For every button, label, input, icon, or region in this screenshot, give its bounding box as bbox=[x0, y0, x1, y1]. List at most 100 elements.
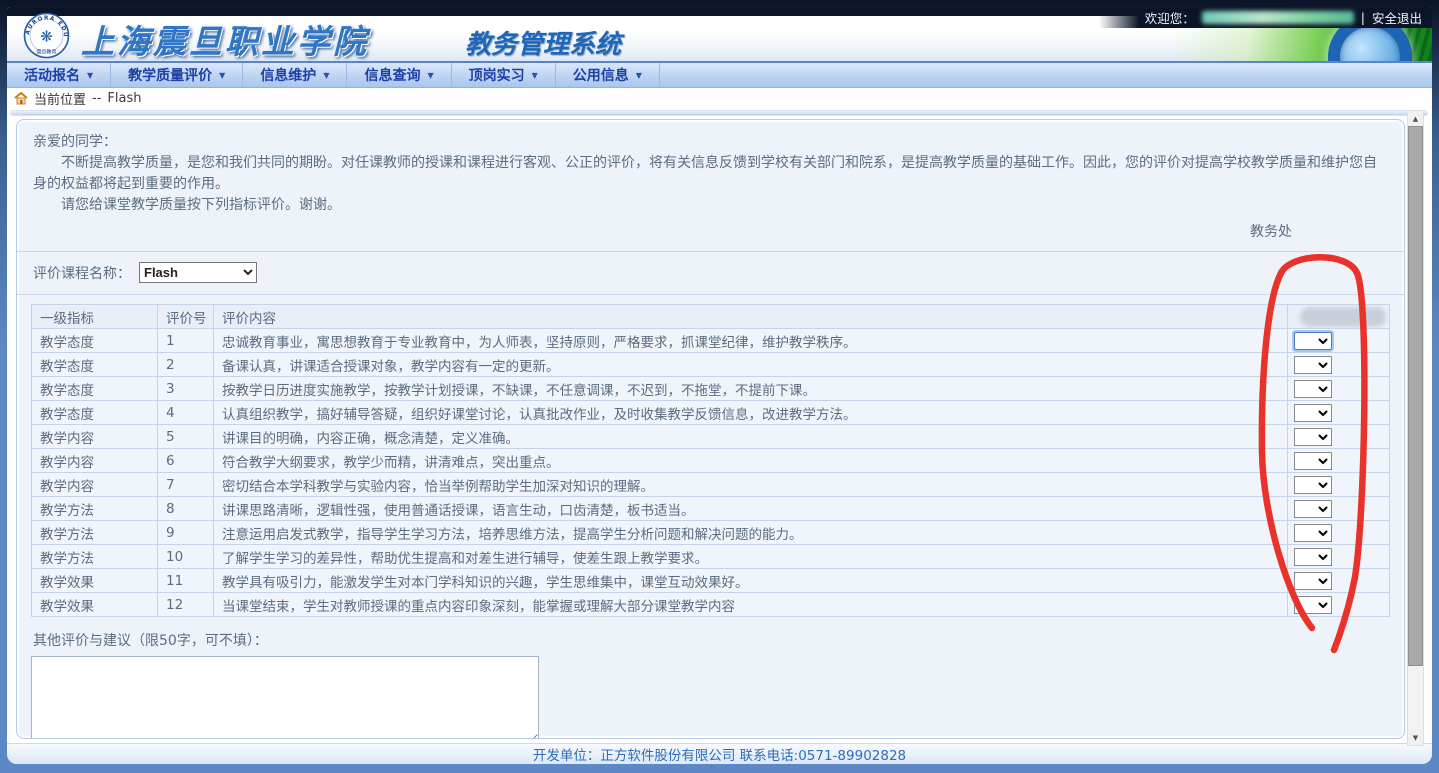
chevron-down-icon: ▼ bbox=[635, 70, 642, 80]
cell-content: 教学具有吸引力，能激发学生对本门学科知识的兴趣，学生思维集中，课堂互动效果好。 bbox=[213, 568, 1288, 593]
cell-category: 教学态度 bbox=[31, 328, 158, 353]
vertical-scrollbar[interactable]: ▲ ▼ bbox=[1407, 110, 1424, 746]
chevron-down-icon: ▼ bbox=[427, 70, 434, 80]
table-row: 教学态度 1 忠诚教育事业，寓思想教育于专业教育中，为人师表，坚持原则，严格要求… bbox=[31, 328, 1390, 353]
cell-content: 了解学生学习的差异性，帮助优生提高和对差生进行辅导，使差生跟上教学要求。 bbox=[213, 544, 1288, 569]
course-select-label: 评价课程名称： bbox=[33, 265, 131, 282]
cell-content: 密切结合本学科教学与实验内容，恰当举例帮助学生加深对知识的理解。 bbox=[213, 472, 1288, 497]
cell-number: 10 bbox=[157, 544, 214, 569]
intro-signature: 教务处 bbox=[1250, 224, 1292, 240]
logout-link[interactable]: 安全退出 bbox=[1372, 8, 1422, 27]
table-row: 教学态度 2 备课认真，讲课适合授课对象，教学内容有一定的更新。 bbox=[31, 352, 1390, 377]
cell-number: 9 bbox=[157, 520, 214, 545]
cell-content: 符合教学大纲要求，教学少而精，讲清难点，突出重点。 bbox=[213, 448, 1288, 473]
nav-item-label: 信息查询 bbox=[364, 68, 421, 84]
redacted-header-blob bbox=[1300, 306, 1386, 327]
comments-textarea[interactable] bbox=[31, 656, 539, 738]
cell-category: 教学效果 bbox=[31, 592, 158, 617]
cell-content: 忠诚教育事业，寓思想教育于专业教育中，为人师表，坚持原则，严格要求，抓课堂纪律，… bbox=[213, 328, 1288, 353]
scroll-down-button[interactable]: ▼ bbox=[1408, 730, 1423, 745]
nav-item[interactable]: 公用信息 ▼ bbox=[556, 63, 660, 87]
comments-label: 其他评价与建议（限50字，可不填）： bbox=[33, 633, 268, 649]
score-select[interactable] bbox=[1294, 547, 1332, 566]
scrollbar-thumb[interactable] bbox=[1408, 126, 1423, 666]
cell-number: 1 bbox=[157, 328, 214, 353]
cell-category: 教学方法 bbox=[31, 520, 158, 545]
cell-number: 4 bbox=[157, 400, 214, 425]
nav-item-label: 公用信息 bbox=[572, 68, 629, 84]
score-select[interactable] bbox=[1294, 331, 1332, 350]
welcome-label: 欢迎您： bbox=[1144, 11, 1195, 26]
course-select-row: 评价课程名称： Flash bbox=[31, 261, 1390, 285]
table-row: 教学内容 5 讲课目的明确，内容正确，概念清楚，定义准确。 bbox=[31, 424, 1390, 449]
table-row: 教学效果 12 当课堂结束，学生对教师授课的重点内容印象深刻，能掌握或理解大部分… bbox=[31, 592, 1390, 617]
nav-item[interactable]: 活动报名 ▼ bbox=[7, 63, 112, 87]
cell-category: 教学态度 bbox=[31, 400, 158, 425]
score-select[interactable] bbox=[1294, 475, 1332, 494]
footer-text: 开发单位：正方软件股份有限公司 联系电话:0571-89902828 bbox=[532, 748, 907, 764]
header: 欢迎您： | 安全退出 AURORA EDUCATION ❋ 震旦教育 上海震旦… bbox=[7, 7, 1432, 61]
cell-score bbox=[1287, 544, 1390, 569]
cell-number: 8 bbox=[157, 496, 214, 521]
cell-number: 2 bbox=[157, 352, 214, 377]
cell-score bbox=[1287, 448, 1390, 473]
score-select[interactable] bbox=[1294, 571, 1332, 590]
score-select[interactable] bbox=[1294, 355, 1332, 374]
score-select[interactable] bbox=[1294, 427, 1332, 446]
breadcrumb-current-page: Flash bbox=[107, 91, 142, 106]
cell-score bbox=[1287, 592, 1390, 617]
chevron-down-icon: ▼ bbox=[219, 70, 226, 80]
table-row: 教学方法 8 讲课思路清晰，逻辑性强，使用普通话授课，语言生动，口齿清楚，板书适… bbox=[31, 496, 1390, 521]
score-select[interactable] bbox=[1294, 499, 1332, 518]
score-select[interactable] bbox=[1294, 403, 1332, 422]
cell-score bbox=[1287, 328, 1390, 353]
nav-item-label: 顶岗实习 bbox=[468, 68, 525, 84]
cell-content: 当课堂结束，学生对教师授课的重点内容印象深刻，能掌握或理解大部分课堂教学内容 bbox=[213, 592, 1288, 617]
table-row: 教学内容 6 符合教学大纲要求，教学少而精，讲清难点，突出重点。 bbox=[31, 448, 1390, 473]
nav-item-label: 教学质量评价 bbox=[128, 68, 213, 84]
course-select[interactable]: Flash bbox=[139, 262, 257, 283]
chevron-down-icon: ▼ bbox=[323, 70, 330, 80]
cell-number: 3 bbox=[157, 376, 214, 401]
home-icon bbox=[14, 92, 28, 105]
nav-item[interactable]: 教学质量评价 ▼ bbox=[111, 63, 244, 87]
cell-content: 注意运用启发式教学，指导学生学习方法，培养思维方法，提高学生分析问题和解决问题的… bbox=[213, 520, 1288, 545]
score-select[interactable] bbox=[1294, 523, 1332, 542]
breadcrumb-separator: -- bbox=[92, 91, 102, 106]
cell-score bbox=[1287, 496, 1390, 521]
nav-item[interactable]: 信息查询 ▼ bbox=[347, 63, 452, 87]
nav-item[interactable]: 信息维护 ▼ bbox=[243, 63, 348, 87]
username-redacted bbox=[1201, 11, 1354, 24]
cell-score bbox=[1287, 400, 1390, 425]
table-row: 教学方法 10 了解学生学习的差异性，帮助优生提高和对差生进行辅导，使差生跟上教… bbox=[31, 544, 1390, 569]
score-select[interactable] bbox=[1294, 595, 1332, 614]
score-select[interactable] bbox=[1294, 379, 1332, 398]
cell-score bbox=[1287, 352, 1390, 377]
breadcrumb: 当前位置 -- Flash bbox=[7, 88, 1432, 109]
col-header-indicator: 一级指标 bbox=[31, 304, 158, 329]
table-row: 教学态度 3 按教学日历进度实施教学，按教学计划授课，不缺课，不任意调课，不迟到… bbox=[31, 376, 1390, 401]
cell-number: 6 bbox=[157, 448, 214, 473]
cell-category: 教学方法 bbox=[31, 544, 158, 569]
system-title: 教务管理系统 bbox=[465, 30, 622, 60]
footer: 开发单位：正方软件股份有限公司 联系电话:0571-89902828 bbox=[7, 743, 1432, 764]
cell-number: 5 bbox=[157, 424, 214, 449]
divider bbox=[17, 251, 1404, 252]
intro-salutation: 亲爱的同学： bbox=[33, 134, 117, 150]
evaluation-panel: 亲爱的同学： 不断提高教学质量，是您和我们共同的期盼。对任课教师的授课和课程进行… bbox=[16, 119, 1405, 739]
cell-score bbox=[1287, 520, 1390, 545]
eval-table: 一级指标 评价号 评价内容 教学态度 1 忠诚教育事业，寓思想教育于专业教育中，… bbox=[31, 304, 1390, 617]
cell-number: 7 bbox=[157, 472, 214, 497]
separator: | bbox=[1360, 10, 1365, 25]
chevron-down-icon: ▼ bbox=[531, 70, 538, 80]
cell-score bbox=[1287, 424, 1390, 449]
logo-emblem-icon: ❋ bbox=[40, 28, 53, 46]
nav-item[interactable]: 顶岗实习 ▼ bbox=[452, 63, 556, 87]
cell-category: 教学内容 bbox=[31, 424, 158, 449]
scroll-up-button[interactable]: ▲ bbox=[1408, 111, 1423, 126]
cell-category: 教学态度 bbox=[31, 352, 158, 377]
table-row: 教学内容 7 密切结合本学科教学与实验内容，恰当举例帮助学生加深对知识的理解。 bbox=[31, 472, 1390, 497]
score-select[interactable] bbox=[1294, 451, 1332, 470]
cell-content: 按教学日历进度实施教学，按教学计划授课，不缺课，不任意调课，不迟到，不拖堂，不提… bbox=[213, 376, 1288, 401]
nav-item-label: 信息维护 bbox=[260, 68, 317, 84]
